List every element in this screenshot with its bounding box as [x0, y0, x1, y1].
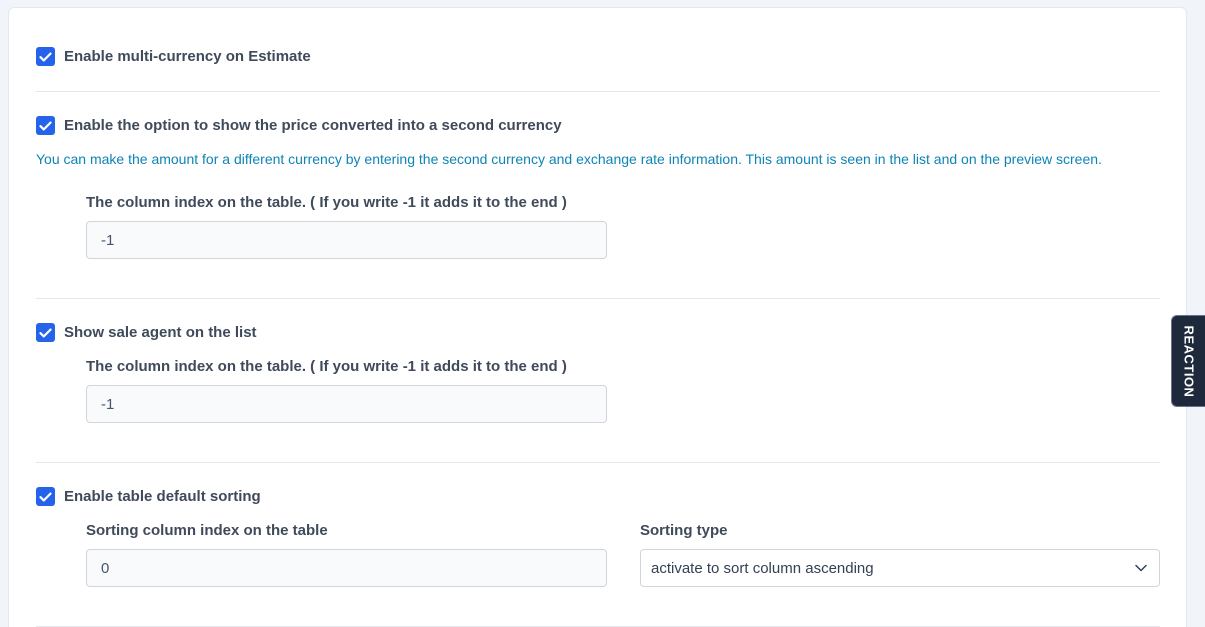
sale-agent-checkbox[interactable] — [36, 323, 55, 342]
reaction-tab[interactable]: REACTION — [1171, 315, 1205, 407]
sale-agent-row: Show sale agent on the list — [36, 323, 257, 342]
check-icon — [39, 52, 52, 61]
second-currency-checkbox[interactable] — [36, 116, 55, 135]
divider — [36, 91, 1160, 92]
second-currency-column-label: The column index on the table. ( If you … — [86, 194, 567, 211]
sale-agent-column-label: The column index on the table. ( If you … — [86, 358, 567, 375]
divider — [36, 298, 1160, 299]
sort-type-value: activate to sort column ascending — [651, 559, 874, 577]
reaction-tab-label: REACTION — [1181, 325, 1197, 397]
sort-type-select[interactable]: activate to sort column ascending — [640, 549, 1160, 587]
sort-type-label: Sorting type — [640, 522, 728, 539]
multi-currency-row: Enable multi-currency on Estimate — [36, 47, 311, 66]
second-currency-column-input[interactable] — [86, 221, 607, 259]
multi-currency-label[interactable]: Enable multi-currency on Estimate — [64, 48, 311, 65]
sale-agent-label[interactable]: Show sale agent on the list — [64, 324, 257, 341]
sort-column-label: Sorting column index on the table — [86, 522, 328, 539]
default-sorting-row: Enable table default sorting — [36, 487, 261, 506]
multi-currency-checkbox[interactable] — [36, 47, 55, 66]
default-sorting-checkbox[interactable] — [36, 487, 55, 506]
second-currency-row: Enable the option to show the price conv… — [36, 116, 562, 135]
settings-panel: Enable multi-currency on Estimate Enable… — [8, 7, 1187, 627]
sort-column-input[interactable] — [86, 549, 607, 587]
chevron-down-icon — [1135, 564, 1147, 572]
divider — [36, 462, 1160, 463]
check-icon — [39, 121, 52, 130]
second-currency-help-text: You can make the amount for a different … — [36, 151, 1102, 167]
check-icon — [39, 492, 52, 501]
check-icon — [39, 328, 52, 337]
default-sorting-label[interactable]: Enable table default sorting — [64, 488, 261, 505]
second-currency-label[interactable]: Enable the option to show the price conv… — [64, 117, 562, 134]
sale-agent-column-input[interactable] — [86, 385, 607, 423]
